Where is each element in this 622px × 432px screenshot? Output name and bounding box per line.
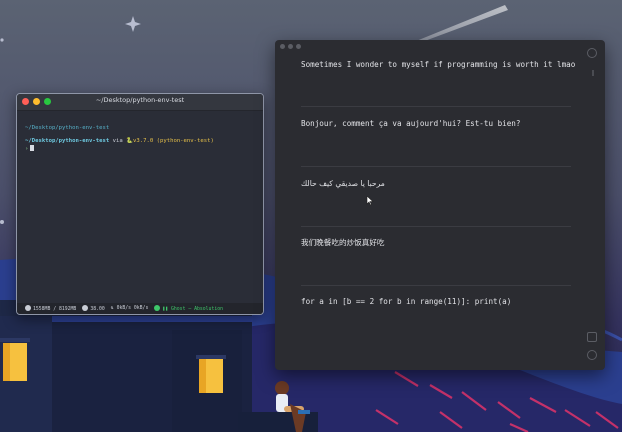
music-status: ❚❚ Ghost – Absolution: [154, 305, 223, 312]
note-line-1[interactable]: Sometimes I wonder to myself if programm…: [301, 60, 575, 69]
note-line-2[interactable]: Bonjour, comment ça va aujourd'hui? Est-…: [301, 119, 520, 128]
memory-value: 1558MB / 8192MB: [33, 307, 77, 312]
notes-titlebar[interactable]: [275, 40, 605, 51]
scroll-handle[interactable]: [592, 70, 594, 76]
prompt-python-version: 🐍v3.7.0: [126, 138, 154, 144]
terminal-input-line[interactable]: ›: [25, 145, 255, 153]
terminal-line-cwd: ~/Desktop/python-env-test: [25, 125, 110, 131]
maximize-button[interactable]: [296, 44, 301, 49]
notes-window[interactable]: Sometimes I wonder to myself if programm…: [275, 40, 605, 370]
lock-icon[interactable]: [587, 332, 597, 342]
mouse-pointer-icon: [366, 196, 374, 206]
prompt-path: ~/Desktop/python-env-test: [25, 138, 110, 144]
terminal-titlebar[interactable]: ~/Desktop/python-env-test: [17, 94, 263, 111]
temp-status: 38.00: [82, 305, 105, 312]
divider: [301, 285, 571, 286]
note-line-5[interactable]: for a in [b == 2 for b in range(11)]: pr…: [301, 297, 511, 306]
divider: [301, 226, 571, 227]
info-icon[interactable]: [587, 48, 597, 58]
minimize-button[interactable]: [288, 44, 293, 49]
memory-icon: [25, 305, 31, 311]
terminal-window[interactable]: ~/Desktop/python-env-test ~/Desktop/pyth…: [16, 93, 264, 315]
chat-icon[interactable]: [587, 350, 597, 360]
cpu-icon: [82, 305, 89, 311]
track-title: Ghost – Absolution: [171, 307, 223, 312]
network-value: 0kB/s 0kB/s: [116, 306, 149, 311]
terminal-title: ~/Desktop/python-env-test: [95, 96, 185, 104]
divider: [301, 166, 571, 167]
terminal-cursor: [30, 145, 35, 151]
close-button[interactable]: [280, 44, 285, 49]
network-icon: ⇅: [110, 306, 114, 311]
note-line-4[interactable]: 我们晚餐吃的炒饭真好吃: [301, 237, 385, 248]
network-status: ⇅ 0kB/s 0kB/s: [111, 306, 149, 311]
memory-status: 1558MB / 8192MB: [25, 305, 76, 312]
terminal-output[interactable]: ~/Desktop/python-env-test ~/Desktop/pyth…: [17, 111, 263, 153]
note-line-3[interactable]: مرحبا يا صديقي كيف حالك: [301, 179, 405, 188]
prompt-arrow-icon: ›: [25, 146, 29, 152]
temp-value: 38.00: [90, 307, 105, 312]
divider: [301, 106, 571, 107]
prompt-venv: (python-env-test): [156, 138, 214, 144]
prompt-via: via: [112, 138, 123, 144]
terminal-prompt-line: ~/Desktop/python-env-test via 🐍v3.7.0 (p…: [25, 138, 255, 145]
spotify-icon: [154, 305, 161, 311]
terminal-statusbar: 1558MB / 8192MB 38.00 ⇅ 0kB/s 0kB/s ❚❚ G…: [17, 303, 263, 314]
